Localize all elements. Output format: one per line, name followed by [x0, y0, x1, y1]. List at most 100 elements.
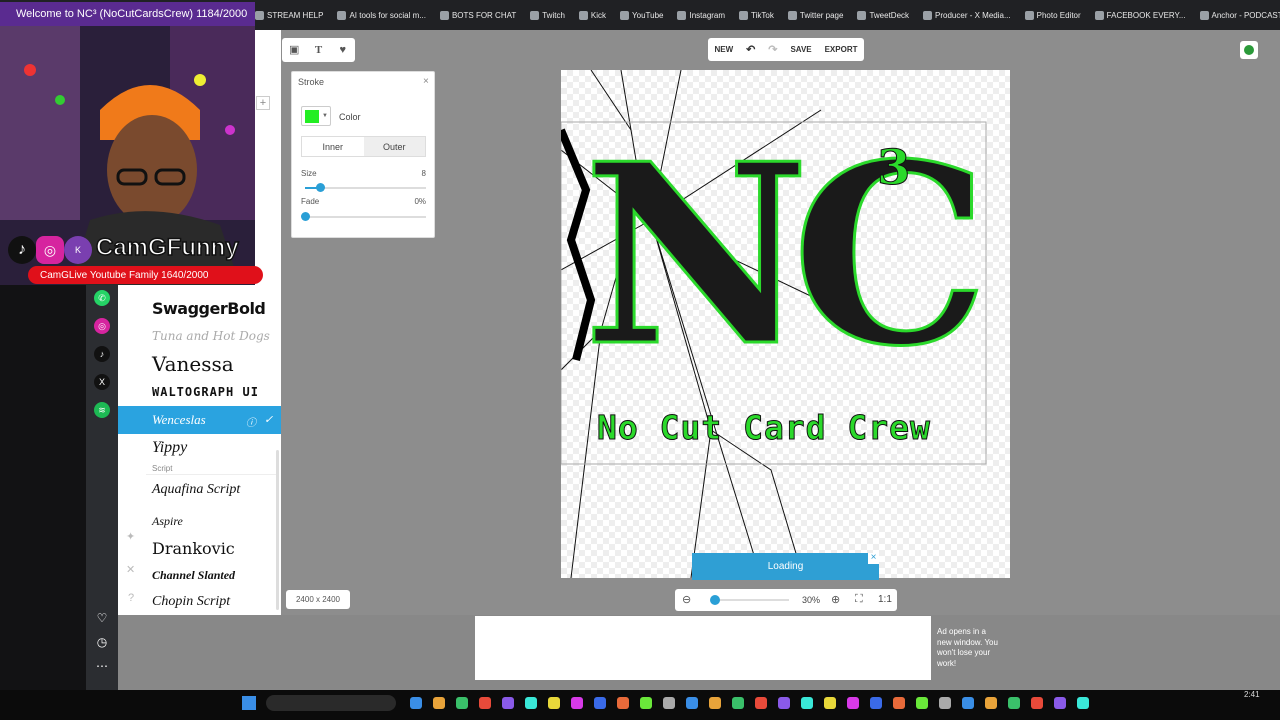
bookmark-item[interactable]: Kick	[578, 10, 606, 20]
image-icon[interactable]: ▣	[289, 44, 300, 56]
font-item-yippy[interactable]: Yippy	[118, 434, 281, 462]
taskbar-app-icon[interactable]	[663, 697, 675, 709]
taskbar-app-icon[interactable]	[985, 697, 997, 709]
bookmark-item[interactable]: TikTok	[739, 10, 774, 20]
bookmark-item[interactable]: Anchor - PODCAST	[1199, 10, 1280, 20]
tagline-text[interactable]: No Cut Card Crew	[597, 408, 931, 448]
font-item-chopin[interactable]: Chopin Script	[118, 588, 281, 616]
taskbar-app-icon[interactable]	[778, 697, 790, 709]
font-item-aquafina[interactable]: Aquafina Script	[118, 476, 281, 504]
bookmark-item[interactable]: AI tools for social m...	[337, 10, 426, 20]
taskbar-app-icon[interactable]	[893, 697, 905, 709]
bookmark-item[interactable]: BOTS FOR CHAT	[439, 10, 516, 20]
headline-text[interactable]: NC	[581, 130, 990, 381]
taskbar-app-icon[interactable]	[594, 697, 606, 709]
superscript-text[interactable]: 3	[876, 140, 910, 197]
account-button[interactable]	[1240, 41, 1258, 59]
actual-size-button[interactable]: 1:1	[878, 594, 892, 605]
taskbar-app-icon[interactable]	[939, 697, 951, 709]
zoom-out-icon[interactable]: ⊖	[682, 593, 691, 606]
history-icon[interactable]: ◷	[94, 634, 110, 650]
bookmark-item[interactable]: Producer - X Media...	[923, 10, 1011, 20]
taskbar-app-icon[interactable]	[617, 697, 629, 709]
inner-button[interactable]: Inner	[302, 137, 364, 156]
fullscreen-icon[interactable]: ⛶	[855, 593, 863, 606]
taskbar-app-icon[interactable]	[548, 697, 560, 709]
taskbar-app-icon[interactable]	[1077, 697, 1089, 709]
bookmark-item[interactable]: Photo Editor	[1024, 10, 1081, 20]
size-slider-handle[interactable]	[315, 183, 325, 192]
taskbar-app-icon[interactable]	[1031, 697, 1043, 709]
taskbar-app-icon[interactable]	[755, 697, 767, 709]
font-item-channel[interactable]: Channel Slanted	[118, 561, 281, 589]
design-canvas[interactable]: NC 3 No Cut Card Crew	[561, 70, 1010, 578]
add-icon[interactable]: +	[256, 96, 270, 110]
ad-banner[interactable]	[475, 616, 931, 680]
heart-shape-icon[interactable]: ♥	[337, 44, 348, 56]
font-item-wenceslas[interactable]: Wenceslas ⓘ ✓	[118, 406, 281, 434]
tiktok-icon[interactable]: ♪	[94, 346, 110, 362]
text-icon[interactable]: T	[313, 44, 324, 56]
x-icon[interactable]: X	[94, 374, 110, 390]
whatsapp-icon[interactable]: ✆	[94, 290, 110, 306]
fade-slider-handle[interactable]	[301, 212, 310, 221]
instagram-icon[interactable]: ◎	[94, 318, 110, 334]
export-button[interactable]: EXPORT	[825, 45, 858, 54]
start-icon[interactable]	[242, 696, 256, 710]
taskbar-app-icon[interactable]	[502, 697, 514, 709]
taskbar-app-icon[interactable]	[640, 697, 652, 709]
font-item-tuna[interactable]: Tuna and Hot Dogs	[118, 322, 281, 350]
heart-icon[interactable]: ♡	[94, 610, 110, 626]
search-box[interactable]	[266, 695, 396, 711]
color-picker[interactable]: ▼	[301, 106, 331, 126]
close-icon[interactable]: ×	[868, 553, 879, 564]
bookmark-item[interactable]: Instagram	[677, 10, 725, 20]
scrollbar[interactable]	[276, 450, 279, 610]
taskbar-app-icon[interactable]	[962, 697, 974, 709]
fade-slider[interactable]	[301, 212, 426, 221]
taskbar-app-icon[interactable]	[410, 697, 422, 709]
bookmark-item[interactable]: TweetDeck	[857, 10, 909, 20]
taskbar-app-icon[interactable]	[433, 697, 445, 709]
taskbar-app-icon[interactable]	[801, 697, 813, 709]
info-icon[interactable]: ⓘ	[246, 414, 256, 429]
bookmark-item[interactable]: FACEBOOK EVERY...	[1094, 10, 1186, 20]
font-item-aspire[interactable]: Aspire	[118, 507, 281, 535]
taskbar-app-icon[interactable]	[571, 697, 583, 709]
font-label: Yippy	[152, 439, 188, 456]
bookmark-item[interactable]: STREAM HELP	[255, 10, 323, 20]
taskbar-app-icon[interactable]	[709, 697, 721, 709]
taskbar-app-icon[interactable]	[456, 697, 468, 709]
taskbar-app-icon[interactable]	[870, 697, 882, 709]
undo-icon[interactable]: ↶	[746, 43, 755, 56]
redo-icon[interactable]: ↷	[768, 43, 777, 56]
font-item-swaggerbold[interactable]: SwaggerBold	[118, 294, 281, 322]
taskbar-app-icon[interactable]	[686, 697, 698, 709]
taskbar-app-icon[interactable]	[847, 697, 859, 709]
bookmark-icon	[1024, 10, 1034, 20]
taskbar-app-icon[interactable]	[525, 697, 537, 709]
zoom-slider[interactable]	[709, 595, 789, 605]
taskbar-app-icon[interactable]	[916, 697, 928, 709]
bookmark-item[interactable]: Twitch	[530, 10, 565, 20]
taskbar-app-icon[interactable]	[1008, 697, 1020, 709]
save-button[interactable]: SAVE	[790, 45, 811, 54]
bookmark-item[interactable]: Twitter page	[787, 10, 843, 20]
zoom-slider-handle[interactable]	[709, 595, 720, 605]
spotify-icon[interactable]: ≋	[94, 402, 110, 418]
taskbar-app-icon[interactable]	[1054, 697, 1066, 709]
outer-button[interactable]: Outer	[363, 137, 425, 156]
taskbar-app-icon[interactable]	[732, 697, 744, 709]
close-icon[interactable]: ×	[423, 76, 429, 87]
bookmark-item[interactable]: YouTube	[620, 10, 663, 20]
new-button[interactable]: NEW	[714, 45, 733, 54]
taskbar-app-icon[interactable]	[479, 697, 491, 709]
size-slider[interactable]	[305, 183, 426, 192]
more-icon[interactable]: ⋯	[94, 658, 110, 674]
font-item-waltograph[interactable]: WALTOGRAPH UI	[118, 378, 281, 406]
font-item-vanessa[interactable]: Vanessa	[118, 350, 281, 378]
font-label: Drankovic	[152, 538, 235, 558]
font-item-drankovic[interactable]: Drankovic	[118, 534, 281, 562]
taskbar-app-icon[interactable]	[824, 697, 836, 709]
zoom-in-icon[interactable]: ⊕	[831, 593, 840, 606]
